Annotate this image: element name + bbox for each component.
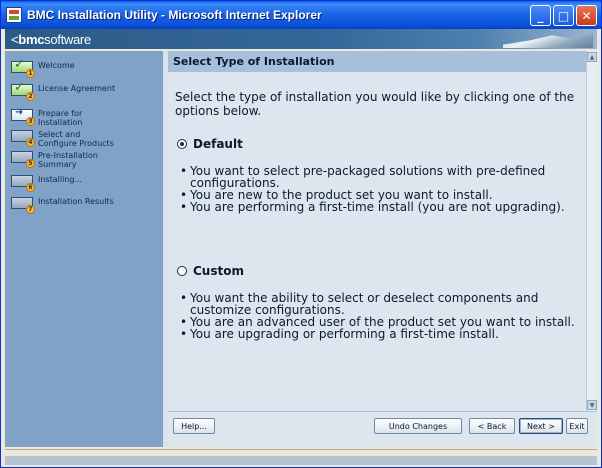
content-header: Select Type of Installation [168, 51, 597, 72]
scroll-down-icon[interactable]: ▼ [587, 400, 597, 410]
option-custom[interactable]: Custom [177, 264, 244, 278]
close-button[interactable]: ✕ [576, 5, 597, 26]
page-title: Select Type of Installation [173, 55, 335, 68]
sidebar-step-prepare-installation: ➜ 3 Prepare for Installation [11, 108, 83, 127]
custom-bullets: You want the ability to select or desele… [168, 292, 586, 340]
step-current-arrow-icon: ➜ 3 [11, 108, 35, 126]
title-bar[interactable]: BMC Installation Utility - Microsoft Int… [1, 1, 601, 29]
step-pending-icon: 6 [11, 175, 35, 192]
step-label: Prepare for Installation [38, 109, 83, 127]
help-button[interactable]: Help... [173, 418, 215, 434]
vertical-scrollbar[interactable]: ▲ ▼ [586, 51, 597, 411]
next-button[interactable]: Next > [519, 418, 563, 434]
sidebar-step-installing: 6 Installing... [11, 175, 83, 192]
brand-mountain-graphic [503, 32, 593, 48]
undo-changes-button[interactable]: Undo Changes [374, 418, 462, 434]
step-pending-icon: 5 [11, 151, 35, 168]
sidebar-step-welcome: ✓ 1 Welcome [11, 58, 75, 78]
step-pending-icon: 7 [11, 197, 35, 214]
content-panel: Select Type of Installation ▲ ▼ Select t… [168, 51, 597, 447]
window-controls: _ □ ✕ [530, 5, 597, 26]
sidebar-step-installation-results: 7 Installation Results [11, 197, 114, 214]
scroll-up-icon[interactable]: ▲ [587, 52, 597, 62]
steps-sidebar: ✓ 1 Welcome ✓ 2 License Agreement ➜ 3 Prepa… [5, 51, 163, 447]
step-label: License Agreement [38, 84, 116, 93]
step-done-check-icon: ✓ 1 [11, 58, 35, 78]
option-default[interactable]: Default [177, 137, 243, 151]
step-label: Installation Results [38, 197, 114, 206]
step-label: Installing... [38, 175, 83, 184]
step-pending-icon: 4 [11, 130, 35, 147]
option-label[interactable]: Default [193, 137, 243, 151]
step-label: Select and Configure Products [38, 130, 114, 148]
step-label: Pre-Installation Summary [38, 151, 98, 169]
status-bar-fill [5, 456, 597, 465]
option-label[interactable]: Custom [193, 264, 244, 278]
default-radio[interactable] [177, 139, 187, 149]
list-item: You are upgrading or performing a first-… [168, 328, 586, 340]
list-item: You want to select pre-packaged solution… [168, 165, 586, 189]
window-title: BMC Installation Utility - Microsoft Int… [27, 8, 322, 22]
brand-bar: <bmcsoftware [5, 29, 597, 49]
footer-divider [168, 411, 597, 412]
custom-radio[interactable] [177, 266, 187, 276]
status-bar [5, 449, 597, 465]
list-item: You want the ability to select or desele… [168, 292, 586, 316]
step-label: Welcome [38, 61, 75, 70]
sidebar-step-select-configure: 4 Select and Configure Products [11, 130, 114, 148]
back-button[interactable]: < Back [469, 418, 515, 434]
step-done-check-icon: ✓ 2 [11, 81, 35, 101]
installer-main: ✓ 1 Welcome ✓ 2 License Agreement ➜ 3 Prepa… [5, 51, 597, 447]
default-bullets: You want to select pre-packaged solution… [168, 165, 586, 213]
logo-rest: software [44, 31, 91, 47]
ie-app-icon [6, 7, 22, 23]
maximize-button[interactable]: □ [553, 5, 574, 26]
intro-text: Select the type of installation you woul… [175, 90, 575, 118]
sidebar-step-license-agreement: ✓ 2 License Agreement [11, 81, 116, 101]
logo-bold: bmc [18, 31, 45, 47]
sidebar-step-pre-installation-summary: 5 Pre-Installation Summary [11, 151, 98, 169]
minimize-button[interactable]: _ [530, 5, 551, 26]
exit-button[interactable]: Exit [566, 418, 588, 434]
bmc-logo: <bmcsoftware [11, 32, 91, 47]
list-item: You are performing a first-time install … [168, 201, 586, 213]
browser-window: BMC Installation Utility - Microsoft Int… [0, 0, 602, 468]
